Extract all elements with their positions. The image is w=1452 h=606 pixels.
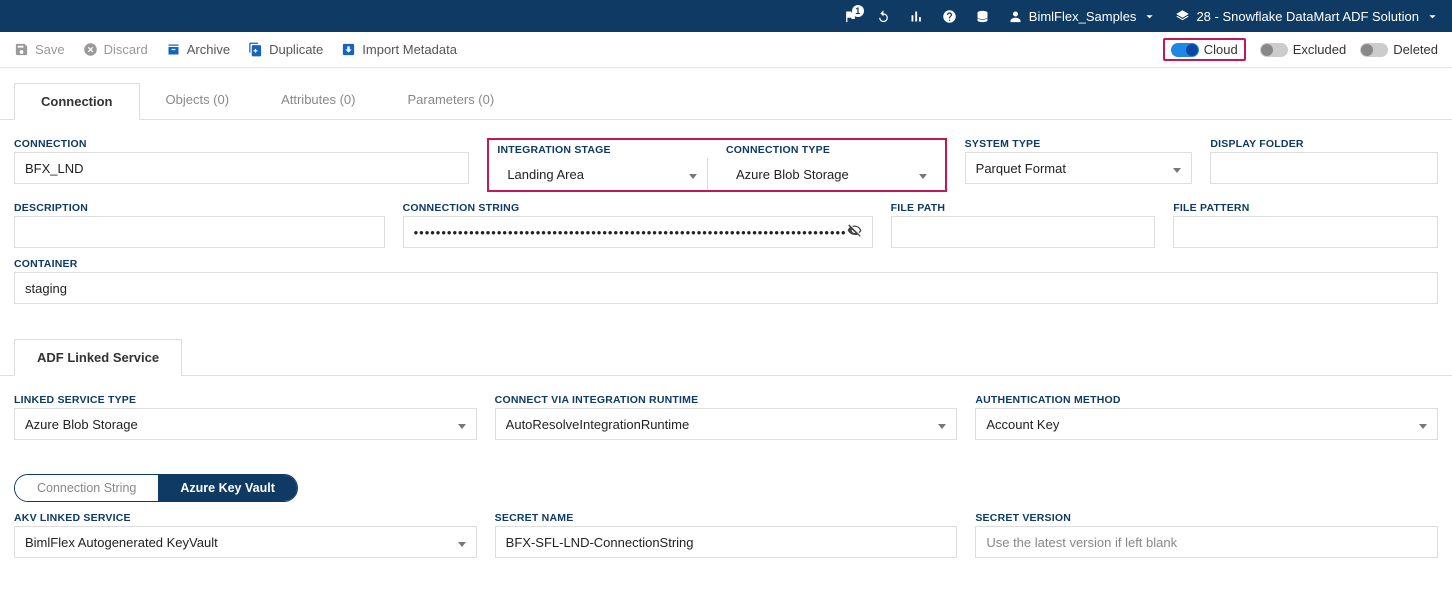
notifications-button[interactable]: 1 [843, 9, 858, 24]
akv-linked-service-select[interactable]: BimlFlex Autogenerated KeyVault [14, 526, 477, 558]
toolbar: Save Discard Archive Duplicate Import Me… [0, 32, 1452, 68]
refresh-button[interactable] [876, 9, 891, 24]
auth-source-segmented: Connection String Azure Key Vault [14, 474, 298, 502]
chevron-down-icon [938, 417, 946, 432]
import-metadata-button[interactable]: Import Metadata [341, 42, 457, 57]
connection-type-select[interactable]: Azure Blob Storage [726, 158, 937, 190]
main-tabs: Connection Objects (0) Attributes (0) Pa… [0, 68, 1452, 120]
description-input[interactable] [14, 216, 385, 248]
discard-button[interactable]: Discard [83, 42, 148, 57]
customer-dropdown[interactable]: BimlFlex_Samples [1008, 9, 1158, 24]
help-icon [942, 9, 957, 24]
customer-name: BimlFlex_Samples [1029, 9, 1137, 24]
tab-connection[interactable]: Connection [14, 83, 140, 120]
chevron-down-icon [1173, 161, 1181, 176]
layers-icon [1175, 9, 1190, 24]
connection-form: CONNECTION BFX_LND INTEGRATION STAGE Lan… [0, 120, 1452, 322]
excluded-label: Excluded [1293, 42, 1346, 57]
archive-icon [166, 42, 181, 57]
save-button[interactable]: Save [14, 42, 65, 57]
chevron-down-icon [458, 417, 466, 432]
cloud-label: Cloud [1204, 42, 1238, 57]
file-path-input[interactable] [891, 216, 1156, 248]
sub-tabs: ADF Linked Service [0, 328, 1452, 376]
version-name: 28 - Snowflake DataMart ADF Solution [1196, 9, 1419, 24]
refresh-icon [876, 9, 891, 24]
description-label: DESCRIPTION [14, 202, 385, 214]
excluded-toggle[interactable]: Excluded [1260, 42, 1346, 57]
container-input[interactable]: staging [14, 272, 1438, 304]
akv-linked-service-label: AKV LINKED SERVICE [14, 512, 477, 524]
display-folder-input[interactable] [1210, 152, 1438, 184]
toggle-switch [1260, 43, 1288, 57]
user-icon [1008, 9, 1023, 24]
database-icon [975, 9, 990, 24]
chevron-down-icon [1142, 9, 1157, 24]
chevron-down-icon [689, 167, 697, 182]
version-dropdown[interactable]: 28 - Snowflake DataMart ADF Solution [1175, 9, 1440, 24]
bar-chart-icon [909, 9, 924, 24]
chevron-down-icon [1419, 417, 1427, 432]
reports-button[interactable] [909, 9, 924, 24]
akv-form: AKV LINKED SERVICE BimlFlex Autogenerate… [0, 512, 1452, 576]
discard-icon [83, 42, 98, 57]
connection-string-input[interactable]: ••••••••••••••••••••••••••••••••••••••••… [403, 216, 873, 248]
seg-azure-key-vault[interactable]: Azure Key Vault [158, 475, 296, 501]
connection-type-label: CONNECTION TYPE [726, 140, 937, 156]
notification-badge: 1 [852, 5, 864, 17]
visibility-off-icon[interactable] [847, 223, 862, 241]
integration-stage-select[interactable]: Landing Area [497, 158, 708, 190]
help-button[interactable] [942, 9, 957, 24]
discard-label: Discard [104, 42, 148, 57]
system-type-label: SYSTEM TYPE [965, 138, 1193, 150]
chevron-down-icon [1425, 9, 1440, 24]
tab-objects[interactable]: Objects (0) [140, 82, 256, 119]
deleted-label: Deleted [1393, 42, 1438, 57]
secret-name-label: SECRET NAME [495, 512, 958, 524]
linked-service-type-label: LINKED SERVICE TYPE [14, 394, 477, 406]
duplicate-icon [248, 42, 263, 57]
import-metadata-label: Import Metadata [362, 42, 457, 57]
connection-label: CONNECTION [14, 138, 469, 150]
chevron-down-icon [919, 167, 927, 182]
connect-via-label: CONNECT VIA INTEGRATION RUNTIME [495, 394, 958, 406]
secret-name-input[interactable]: BFX-SFL-LND-ConnectionString [495, 526, 958, 558]
container-label: CONTAINER [14, 258, 1438, 270]
integration-stage-label: INTEGRATION STAGE [497, 140, 708, 156]
secret-version-input[interactable]: Use the latest version if left blank [975, 526, 1438, 558]
display-folder-label: DISPLAY FOLDER [1210, 138, 1438, 150]
archive-label: Archive [187, 42, 230, 57]
save-label: Save [35, 42, 65, 57]
auth-method-select[interactable]: Account Key [975, 408, 1438, 440]
system-type-select[interactable]: Parquet Format [965, 152, 1193, 184]
tab-adf-linked-service[interactable]: ADF Linked Service [14, 339, 182, 376]
connection-string-label: CONNECTION STRING [403, 202, 873, 214]
duplicate-button[interactable]: Duplicate [248, 42, 323, 57]
duplicate-label: Duplicate [269, 42, 323, 57]
tab-parameters[interactable]: Parameters (0) [382, 82, 521, 119]
connect-via-select[interactable]: AutoResolveIntegrationRuntime [495, 408, 958, 440]
file-pattern-label: FILE PATTERN [1173, 202, 1438, 214]
archive-button[interactable]: Archive [166, 42, 230, 57]
file-pattern-input[interactable] [1173, 216, 1438, 248]
secret-version-label: SECRET VERSION [975, 512, 1438, 524]
database-button[interactable] [975, 9, 990, 24]
adf-form: LINKED SERVICE TYPE Azure Blob Storage C… [0, 376, 1452, 458]
cloud-toggle[interactable]: Cloud [1163, 38, 1246, 61]
deleted-toggle[interactable]: Deleted [1360, 42, 1438, 57]
file-path-label: FILE PATH [891, 202, 1156, 214]
seg-connection-string[interactable]: Connection String [15, 475, 158, 501]
toggle-group: Cloud Excluded Deleted [1163, 38, 1438, 61]
linked-service-type-select[interactable]: Azure Blob Storage [14, 408, 477, 440]
import-icon [341, 42, 356, 57]
toggle-switch [1171, 43, 1199, 57]
chevron-down-icon [458, 535, 466, 550]
auth-method-label: AUTHENTICATION METHOD [975, 394, 1438, 406]
connection-input[interactable]: BFX_LND [14, 152, 469, 184]
top-nav: 1 BimlFlex_Samples 28 - Snowflake DataMa… [0, 0, 1452, 32]
tab-attributes[interactable]: Attributes (0) [255, 82, 381, 119]
toggle-switch [1360, 43, 1388, 57]
save-icon [14, 42, 29, 57]
